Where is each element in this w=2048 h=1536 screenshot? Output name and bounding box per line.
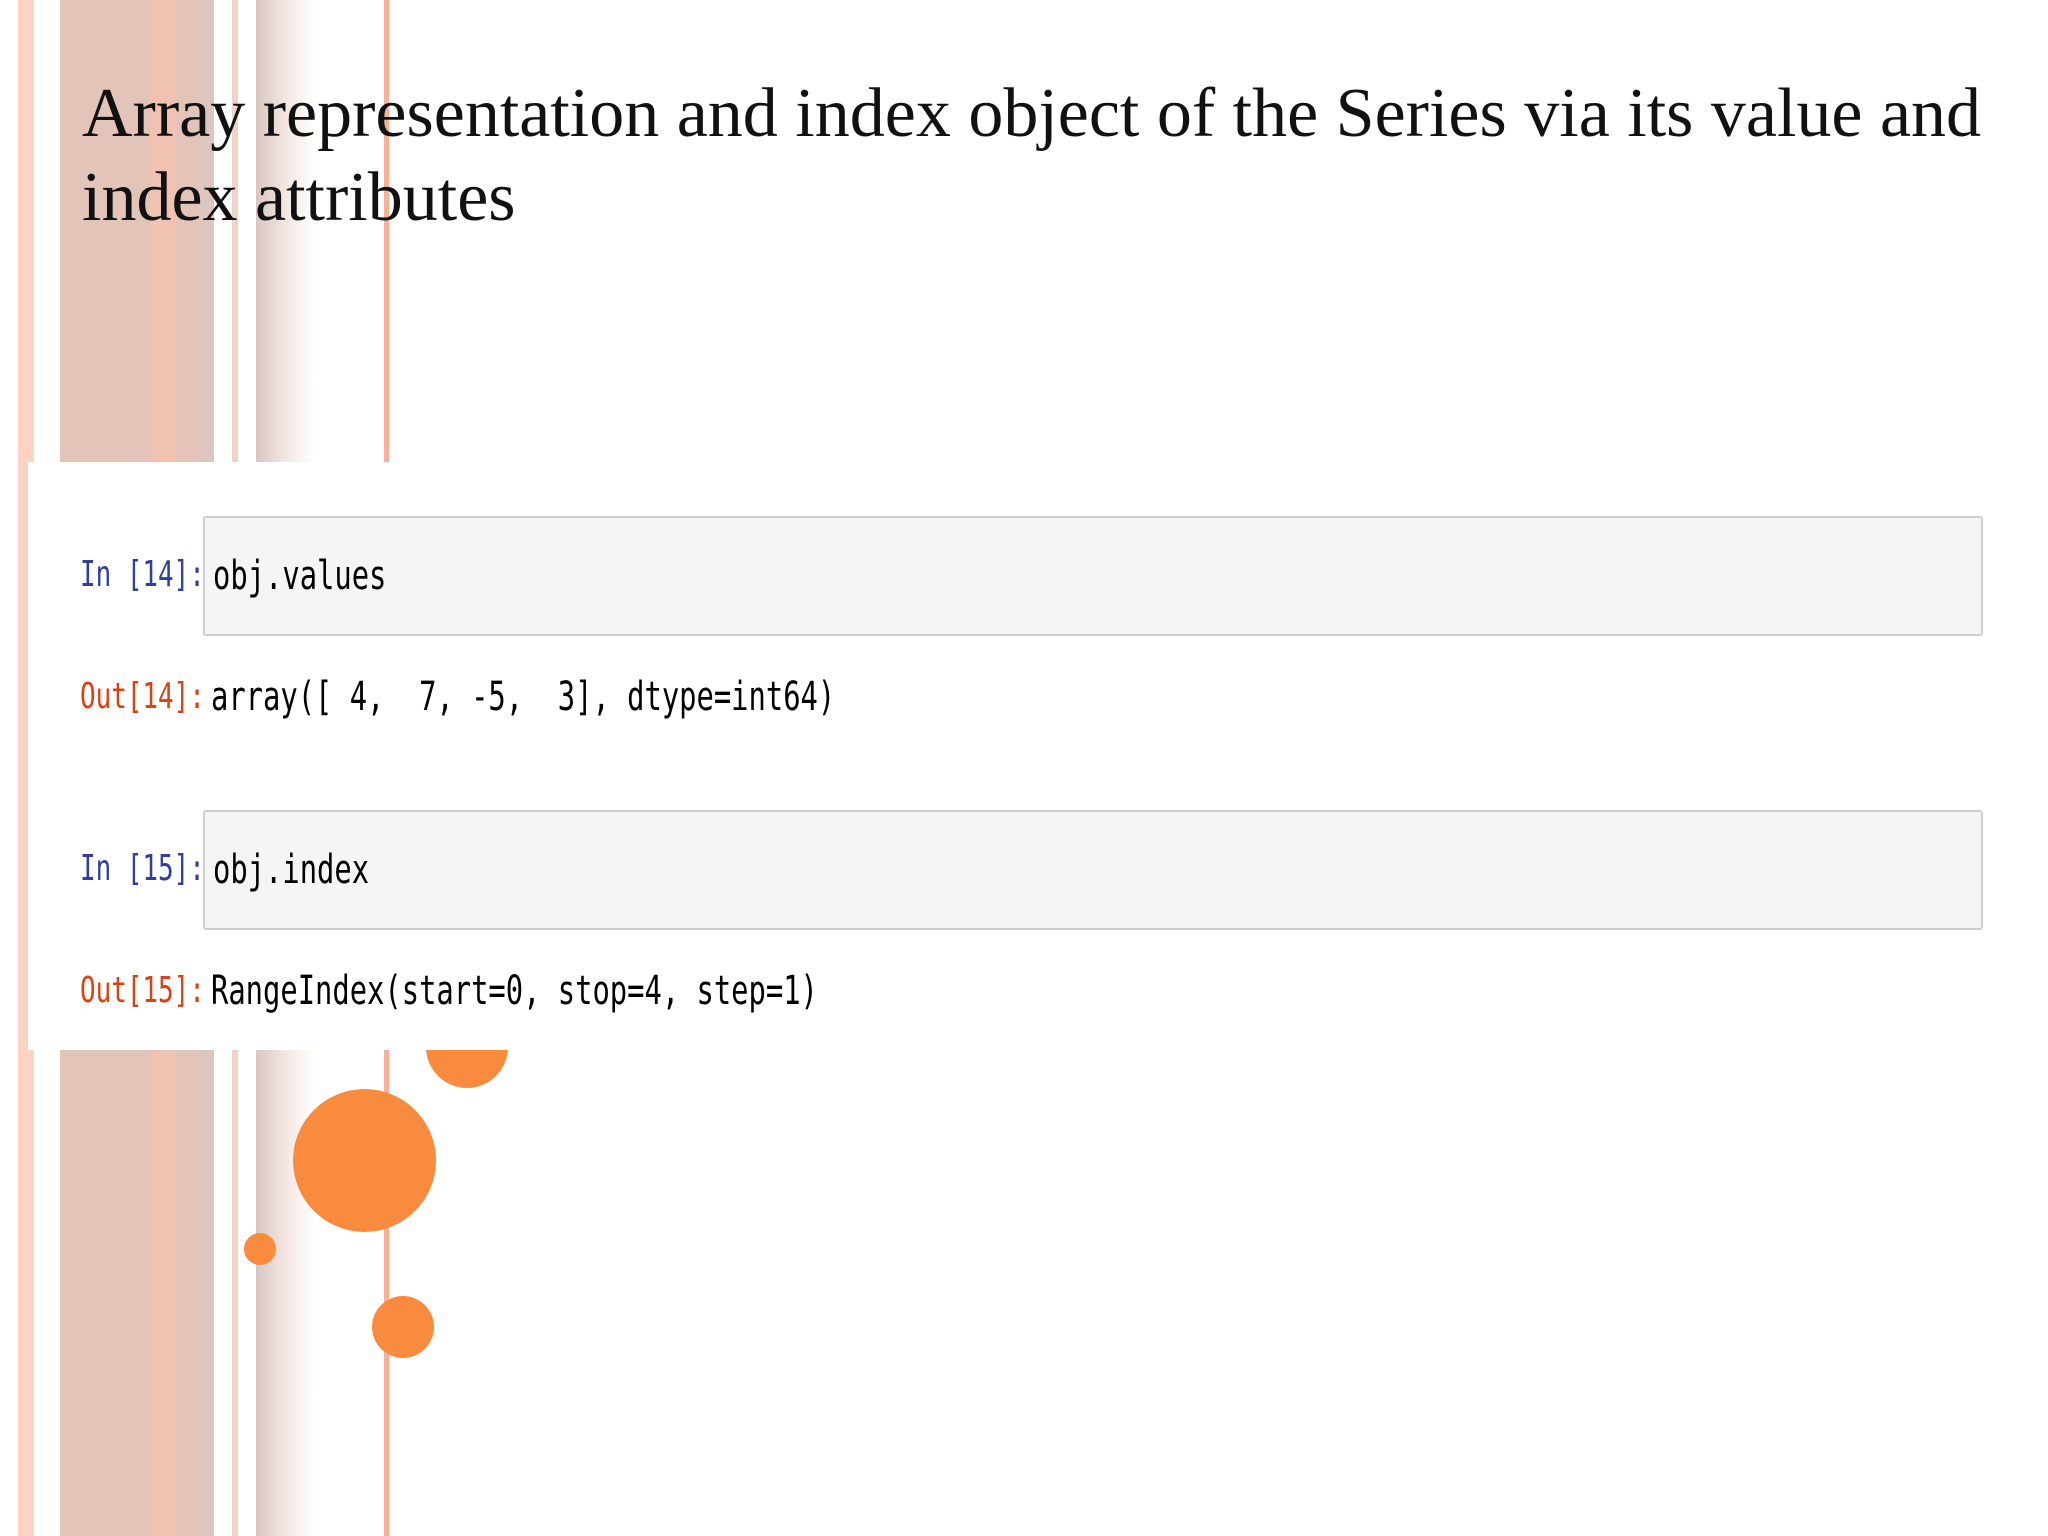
- slide-title: Array representation and index object of…: [82, 75, 1982, 236]
- decor-circle: [244, 1233, 276, 1265]
- code-input[interactable]: obj.index: [203, 810, 1983, 930]
- cell-output: array([ 4, 7, -5, 3], dtype=int64): [211, 674, 836, 720]
- input-prompt: In [14]:: [80, 554, 205, 595]
- decor-circle: [293, 1089, 436, 1232]
- output-prompt: Out[15]:: [80, 970, 205, 1011]
- decor-circle: [372, 1296, 434, 1358]
- cell-output: RangeIndex(start=0, stop=4, step=1): [211, 968, 818, 1014]
- notebook-screenshot: In [14]: obj.values Out[14]: array([ 4, …: [28, 462, 2048, 1050]
- output-prompt: Out[14]:: [80, 676, 205, 717]
- code-text: obj.index: [213, 847, 370, 893]
- input-prompt: In [15]:: [80, 848, 205, 889]
- code-input[interactable]: obj.values: [203, 516, 1983, 636]
- code-text: obj.values: [213, 553, 387, 599]
